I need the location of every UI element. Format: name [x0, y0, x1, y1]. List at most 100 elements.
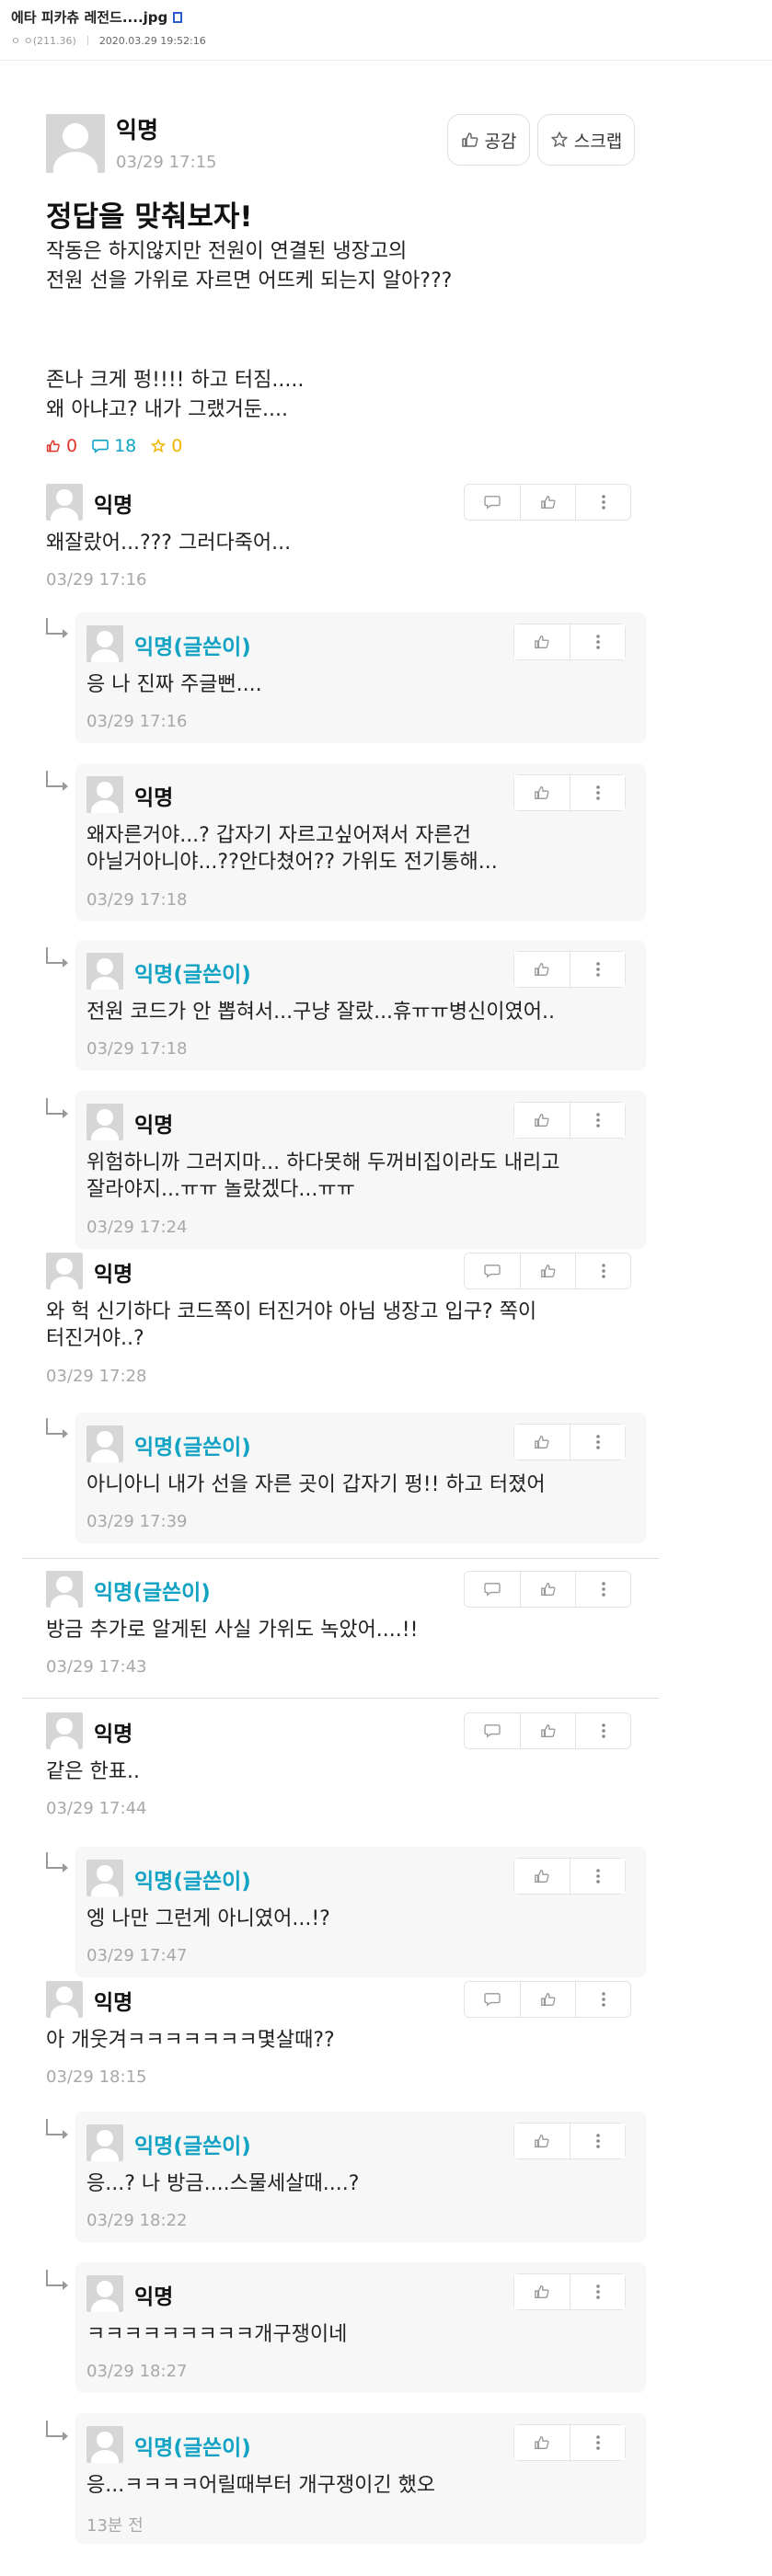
- more-vertical-icon: [595, 1435, 600, 1449]
- comment-actions: [513, 1102, 626, 1139]
- comment-author: 익명: [134, 786, 174, 810]
- more-button[interactable]: [570, 952, 625, 987]
- more-vertical-icon: [595, 785, 600, 800]
- comment-actions: [513, 774, 626, 811]
- reply-button[interactable]: [465, 1982, 520, 2017]
- more-vertical-icon: [601, 1582, 605, 1597]
- like-button[interactable]: [520, 1572, 575, 1607]
- comment-time: 03/29 17:44: [46, 1799, 147, 1818]
- like-button[interactable]: [514, 2124, 570, 2158]
- comment-author: 익명: [94, 494, 133, 518]
- post-author: 익명: [116, 117, 159, 143]
- more-button[interactable]: [570, 1425, 625, 1460]
- like-button[interactable]: [514, 1103, 570, 1138]
- reply: 익명(글쓴이) 전원 코드가 안 뽑혀서...구냥 잘랐...휴ㅠㅠ병신이였어.…: [75, 940, 646, 1070]
- comment-avatar: [46, 1571, 83, 1608]
- comment-avatar: [46, 1253, 83, 1289]
- reply-button[interactable]: [465, 1572, 520, 1607]
- comment-time: 03/29 17:39: [86, 1512, 188, 1531]
- more-button[interactable]: [575, 1713, 630, 1748]
- post-avatar: [46, 114, 105, 173]
- reply: 익명 ㅋㅋㅋㅋㅋㅋㅋㅋㅋ개구쟁이네 03/29 18:27: [75, 2262, 646, 2393]
- comment-body: 같은 한표..: [46, 1760, 140, 1783]
- like-label: 공감: [484, 131, 517, 152]
- reply-button[interactable]: [465, 485, 520, 520]
- more-button[interactable]: [575, 1254, 630, 1288]
- comment-avatar: [86, 2124, 123, 2161]
- like-button[interactable]: [520, 1254, 575, 1288]
- comment-actions: [513, 2273, 626, 2310]
- thumb-up-icon: [540, 496, 556, 509]
- thumb-up-icon: [535, 2285, 549, 2298]
- post-body-line: 전원 선을 가위로 자르면 어뜨케 되는지 알아???: [46, 269, 453, 292]
- reply-button[interactable]: [465, 1713, 520, 1748]
- more-button[interactable]: [570, 1103, 625, 1138]
- more-vertical-icon: [595, 962, 600, 977]
- like-button[interactable]: [514, 1425, 570, 1460]
- more-vertical-icon: [595, 1869, 600, 1883]
- more-button[interactable]: [575, 1572, 630, 1607]
- more-button[interactable]: [575, 1982, 630, 2017]
- like-button[interactable]: [514, 1859, 570, 1894]
- like-button[interactable]: [520, 1713, 575, 1748]
- post-body-line: 왜 아냐고? 내가 그랬거둔....: [46, 398, 289, 421]
- reply: 익명(글쓴이) 응 나 진짜 주글뻔.... 03/29 17:16: [75, 613, 646, 743]
- thumb-up-icon: [46, 440, 60, 452]
- star-icon: [551, 132, 568, 147]
- comment-avatar: [46, 1981, 83, 2018]
- thumb-up-icon: [535, 635, 549, 648]
- thumb-up-icon: [540, 1265, 556, 1277]
- comment-body: 아니아니 내가 선을 자른 곳이 갑자기 펑!! 하고 터졌어: [86, 1473, 546, 1496]
- comment-body: 엥 나만 그런게 아니였어...!?: [86, 1907, 330, 1930]
- comment-time: 03/29 18:22: [86, 2211, 188, 2230]
- scrap-label: 스크랩: [573, 131, 623, 152]
- comment-avatar: [86, 953, 123, 990]
- like-button[interactable]: [520, 1982, 575, 2017]
- speech-bubble-icon: [484, 496, 501, 509]
- more-vertical-icon: [595, 1113, 600, 1128]
- like-button[interactable]: 공감: [447, 114, 530, 166]
- like-button[interactable]: [514, 2425, 570, 2460]
- like-button[interactable]: [514, 952, 570, 987]
- post-body-line: 존나 크게 펑!!!! 하고 터짐.....: [46, 369, 305, 392]
- comment-actions: [513, 951, 626, 988]
- comment-count: 18: [92, 436, 136, 456]
- reply: 익명 왜자른거야...? 갑자기 자르고싶어져서 자른건 아닐거아니야...??…: [75, 763, 646, 922]
- like-button[interactable]: [514, 2274, 570, 2309]
- divider: [22, 1558, 659, 1559]
- scrap-button[interactable]: 스크랩: [537, 114, 635, 166]
- like-button[interactable]: [514, 624, 570, 659]
- more-button[interactable]: [570, 2274, 625, 2309]
- comment-author: 익명(글쓴이): [94, 1581, 211, 1605]
- reply-arrow-icon: [46, 771, 68, 791]
- more-vertical-icon: [595, 2435, 600, 2450]
- more-vertical-icon: [601, 1992, 605, 2007]
- thumb-up-icon: [535, 1870, 549, 1883]
- more-button[interactable]: [570, 624, 625, 659]
- post-body-line: 작동은 하지않지만 전원이 연결된 냉장고의: [46, 240, 408, 263]
- comment-time: 03/29 17:43: [46, 1657, 147, 1677]
- comment-actions: [464, 1253, 631, 1289]
- comment-body: 왜잘랐어...??? 그러다죽어...: [46, 532, 292, 555]
- reply-button[interactable]: [465, 1254, 520, 1288]
- more-vertical-icon: [595, 2284, 600, 2299]
- more-button[interactable]: [575, 485, 630, 520]
- comment-actions: [464, 484, 631, 521]
- more-button[interactable]: [570, 775, 625, 810]
- comment-time: 03/29 17:18: [86, 890, 188, 910]
- post-title: 정답을 맞춰보자!: [46, 200, 253, 234]
- comment-body-line: 터진거야..?: [46, 1327, 144, 1350]
- like-button[interactable]: [514, 775, 570, 810]
- reply-arrow-icon: [46, 1418, 68, 1438]
- comment-body-line: 위험하니까 그러지마... 하다못해 두꺼비집이라도 내리고: [86, 1151, 560, 1174]
- comment-time: 03/29 18:15: [46, 2067, 147, 2087]
- more-button[interactable]: [570, 2425, 625, 2460]
- comment-actions: [513, 2123, 626, 2159]
- more-button[interactable]: [570, 2124, 625, 2158]
- more-button[interactable]: [570, 1859, 625, 1894]
- comment-actions: [464, 1981, 631, 2018]
- thumb-up-icon: [540, 1583, 556, 1596]
- like-button[interactable]: [520, 485, 575, 520]
- comment-actions: [464, 1712, 631, 1749]
- comment-author: 익명(글쓴이): [134, 963, 251, 987]
